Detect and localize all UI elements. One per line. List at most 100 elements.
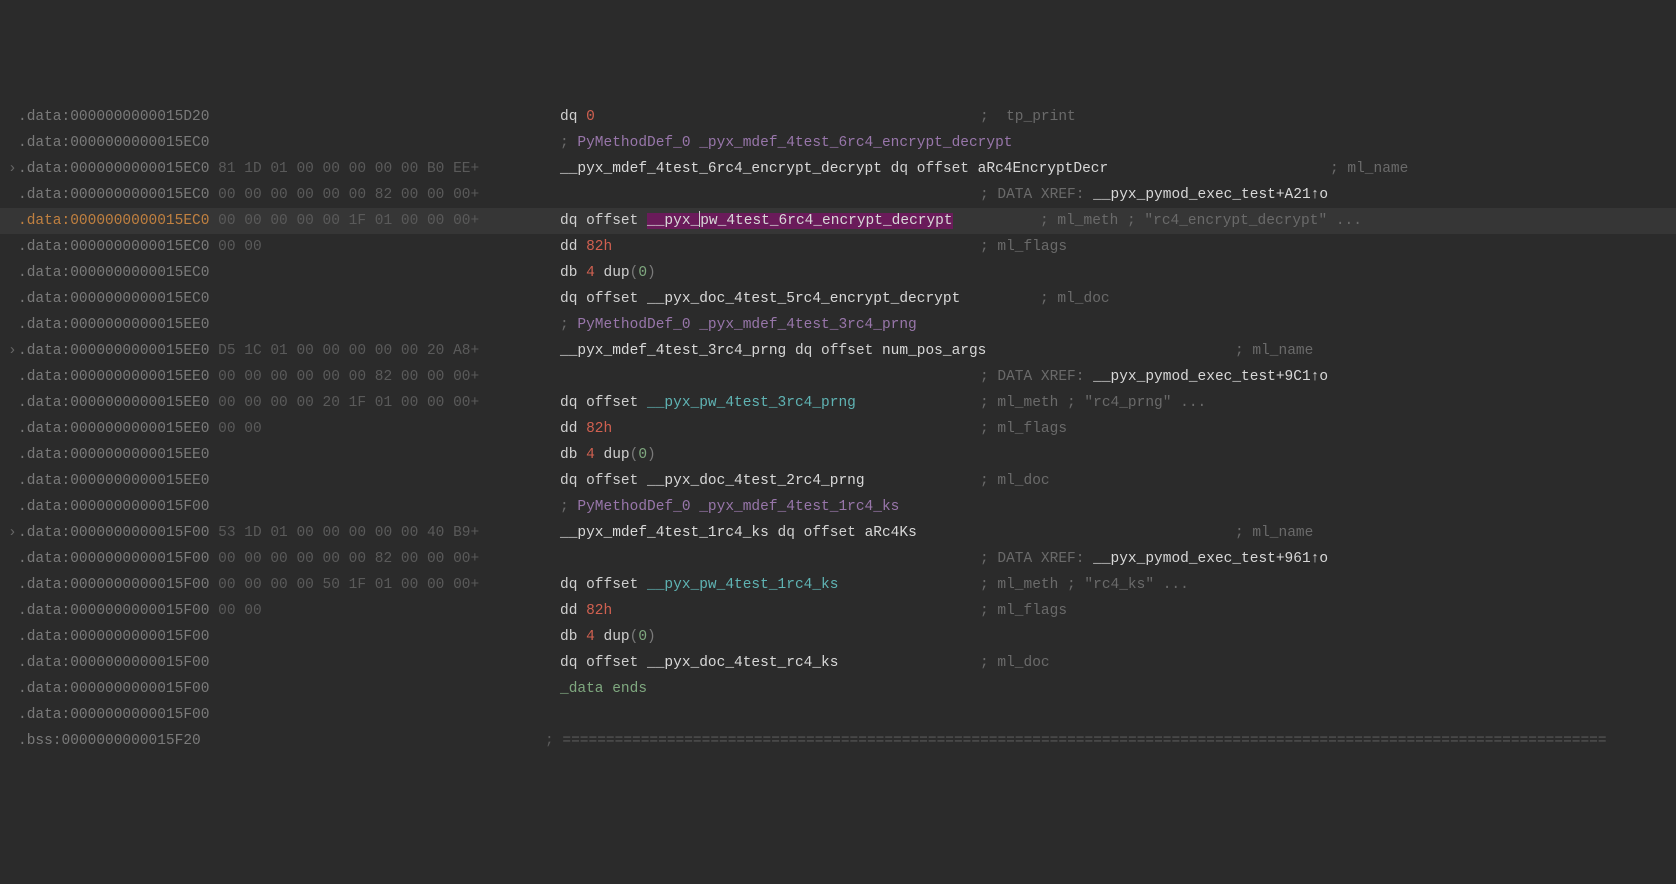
collapse-arrow-icon[interactable]: [8, 234, 18, 260]
segment-address: .data:0000000000015F00: [18, 499, 209, 515]
instruction-body: ; PyMethodDef_0 _pyx_mdef_4test_3rc4_prn…: [560, 312, 917, 338]
collapse-arrow-icon[interactable]: [8, 546, 18, 572]
comment: ; ml_meth ; "rc4_prng" ...: [980, 390, 1206, 416]
collapse-arrow-icon[interactable]: [8, 416, 18, 442]
hex-bytes: 00 00 00 00 00 00 82 00 00 00+: [209, 369, 479, 385]
token: PyMethodDef_0 _pyx_mdef_4test_6rc4_encry…: [577, 135, 1012, 151]
asm-line[interactable]: ›.data:0000000000015F00 53 1D 01 00 00 0…: [0, 520, 1676, 546]
collapse-arrow-icon[interactable]: ›: [8, 156, 18, 182]
collapse-arrow-icon[interactable]: ›: [8, 338, 18, 364]
instruction-body: dq offset __pyx_pw_4test_1rc4_ks: [560, 572, 838, 598]
segment-address: .data:0000000000015EC0: [18, 187, 209, 203]
collapse-arrow-icon[interactable]: [8, 598, 18, 624]
hex-bytes: D5 1C 01 00 00 00 00 00 20 A8+: [209, 343, 479, 359]
segment-address: .data:0000000000015F00: [18, 551, 209, 567]
collapse-arrow-icon[interactable]: [8, 364, 18, 390]
token: ends: [612, 681, 647, 697]
collapse-arrow-icon[interactable]: [8, 182, 18, 208]
asm-line[interactable]: .data:0000000000015EE0dq offset __pyx_do…: [0, 468, 1676, 494]
collapse-arrow-icon[interactable]: [8, 208, 18, 234]
collapse-arrow-icon[interactable]: [8, 468, 18, 494]
hex-bytes: 00 00 00 00 00 1F 01 00 00 00+: [209, 213, 479, 229]
comment: ; DATA XREF: __pyx_pymod_exec_test+9C1↑o: [980, 364, 1328, 390]
token: dq offset: [560, 213, 647, 229]
comment: ; ml_doc: [980, 650, 1050, 676]
token: ): [647, 629, 656, 645]
collapse-arrow-icon[interactable]: [8, 260, 18, 286]
segment-address: .data:0000000000015EE0: [18, 343, 209, 359]
collapse-arrow-icon[interactable]: [8, 624, 18, 650]
token: PyMethodDef_0 _pyx_mdef_4test_1rc4_ks: [577, 499, 899, 515]
collapse-arrow-icon[interactable]: [8, 676, 18, 702]
token: db: [560, 265, 586, 281]
token: 4: [586, 265, 595, 281]
instruction-body: dd 82h: [560, 598, 612, 624]
asm-line[interactable]: .data:0000000000015F00; PyMethodDef_0 _p…: [0, 494, 1676, 520]
instruction-body: __pyx_mdef_4test_6rc4_encrypt_decrypt dq…: [560, 156, 1108, 182]
asm-line[interactable]: .data:0000000000015EE0 00 00dd 82h; ml_f…: [0, 416, 1676, 442]
comment: ; ml_meth ; "rc4_encrypt_decrypt" ...: [1040, 208, 1362, 234]
segment-address: .data:0000000000015EE0: [18, 473, 209, 489]
collapse-arrow-icon[interactable]: [8, 130, 18, 156]
collapse-arrow-icon[interactable]: [8, 104, 18, 130]
token: dq: [560, 109, 586, 125]
asm-line[interactable]: .data:0000000000015EE0; PyMethodDef_0 _p…: [0, 312, 1676, 338]
instruction-body: db 4 dup(0): [560, 624, 656, 650]
asm-line[interactable]: .data:0000000000015EC0dq offset __pyx_do…: [0, 286, 1676, 312]
asm-line[interactable]: .data:0000000000015EC0db 4 dup(0): [0, 260, 1676, 286]
token: 4: [586, 447, 595, 463]
comment: ; ml_name: [1330, 156, 1408, 182]
asm-line[interactable]: .data:0000000000015F00 00 00dd 82h; ml_f…: [0, 598, 1676, 624]
asm-line[interactable]: .data:0000000000015F00 db 4 dup(0): [0, 624, 1676, 650]
asm-line[interactable]: .data:0000000000015EC0; PyMethodDef_0 _p…: [0, 130, 1676, 156]
hex-bytes: 00 00 00 00 00 00 82 00 00 00+: [209, 187, 479, 203]
asm-line[interactable]: .data:0000000000015F00 00 00 00 00 00 00…: [0, 546, 1676, 572]
token: dd: [560, 239, 586, 255]
token: aRc4Ks: [865, 525, 917, 541]
token: dup: [595, 265, 630, 281]
asm-line[interactable]: .data:0000000000015F00_data ends: [0, 676, 1676, 702]
collapse-arrow-icon[interactable]: [8, 702, 18, 728]
collapse-arrow-icon[interactable]: [8, 390, 18, 416]
segment-address: .data:0000000000015EC0: [18, 291, 209, 307]
comment: ; ml_doc: [1040, 286, 1110, 312]
segment-address: .data:0000000000015EE0: [18, 395, 209, 411]
segment-address: .data:0000000000015F00: [18, 707, 209, 723]
asm-line[interactable]: .data:0000000000015F00 00 00 00 00 50 1F…: [0, 572, 1676, 598]
instruction-body: db 4 dup(0): [560, 442, 656, 468]
collapse-arrow-icon[interactable]: [8, 312, 18, 338]
segment-address: .data:0000000000015F00: [18, 681, 209, 697]
section-divider: ; ======================================…: [545, 728, 1607, 754]
asm-line[interactable]: .data:0000000000015D20dq 0; tp_print: [0, 104, 1676, 130]
asm-line[interactable]: .data:0000000000015F00: [0, 702, 1676, 728]
collapse-arrow-icon[interactable]: [8, 442, 18, 468]
hex-bytes: 00 00 00 00 20 1F 01 00 00 00+: [209, 395, 479, 411]
asm-line[interactable]: ›.data:0000000000015EE0 D5 1C 01 00 00 0…: [0, 338, 1676, 364]
collapse-arrow-icon[interactable]: [8, 286, 18, 312]
token: 82h: [586, 603, 612, 619]
asm-line[interactable]: .data:0000000000015EE0 00 00 00 00 00 00…: [0, 364, 1676, 390]
asm-line[interactable]: .data:0000000000015EE0db 4 dup(0): [0, 442, 1676, 468]
collapse-arrow-icon[interactable]: [8, 572, 18, 598]
token: dq offset: [560, 395, 647, 411]
collapse-arrow-icon[interactable]: [8, 494, 18, 520]
token: dq offset: [560, 473, 647, 489]
comment: ; DATA XREF: __pyx_pymod_exec_test+A21↑o: [980, 182, 1328, 208]
asm-line[interactable]: ›.data:0000000000015EC0 81 1D 01 00 00 0…: [0, 156, 1676, 182]
token: 82h: [586, 239, 612, 255]
disassembly-view[interactable]: .data:0000000000015D20dq 0; tp_print .da…: [0, 104, 1676, 754]
asm-line[interactable]: .data:0000000000015EC0 00 00dd 82h; ml_f…: [0, 234, 1676, 260]
segment-address: .data:0000000000015F00: [18, 629, 209, 645]
collapse-arrow-icon[interactable]: [8, 728, 18, 754]
asm-line[interactable]: .bss:0000000000015F20; =================…: [0, 728, 1676, 754]
token: num_pos_args: [882, 343, 986, 359]
segment-address: .data:0000000000015F00: [18, 525, 209, 541]
asm-line[interactable]: .data:0000000000015F00dq offset __pyx_do…: [0, 650, 1676, 676]
asm-line[interactable]: .data:0000000000015EC0 00 00 00 00 00 1F…: [0, 208, 1676, 234]
asm-line[interactable]: .data:0000000000015EC0 00 00 00 00 00 00…: [0, 182, 1676, 208]
token: __pyx_doc_4test_rc4_ks: [647, 655, 838, 671]
collapse-arrow-icon[interactable]: ›: [8, 520, 18, 546]
instruction-body: __pyx_mdef_4test_3rc4_prng dq offset num…: [560, 338, 986, 364]
asm-line[interactable]: .data:0000000000015EE0 00 00 00 00 20 1F…: [0, 390, 1676, 416]
collapse-arrow-icon[interactable]: [8, 650, 18, 676]
